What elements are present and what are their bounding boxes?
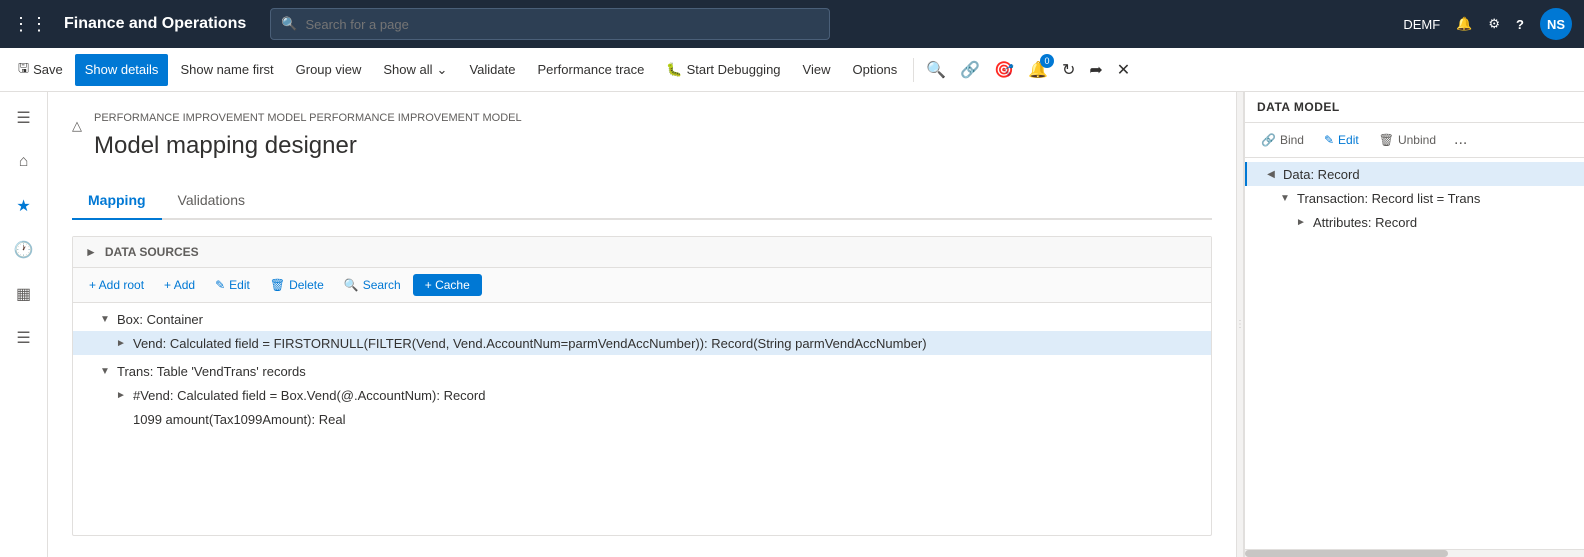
save-button[interactable]: 🖫 Save bbox=[8, 54, 73, 86]
options-button[interactable]: Options bbox=[842, 54, 907, 86]
search-button[interactable]: 🔍 Search bbox=[336, 274, 409, 296]
tab-bar: Mapping Validations bbox=[72, 184, 1212, 220]
refresh-button[interactable]: ↻ bbox=[1056, 54, 1081, 86]
right-panel: DATA MODEL 🔗 Bind ✎ Edit 🗑 Unbind ... bbox=[1244, 92, 1584, 557]
group-view-button[interactable]: Group view bbox=[286, 54, 372, 86]
add-root-button[interactable]: + Add root bbox=[81, 274, 152, 296]
main-panel: △ PERFORMANCE IMPROVEMENT MODEL PERFORMA… bbox=[48, 92, 1236, 557]
breadcrumb: PERFORMANCE IMPROVEMENT MODEL PERFORMANC… bbox=[94, 112, 522, 124]
main-layout: ☰ ⌂ ★ 🕐 ▦ ☰ △ PERFORMANCE IMPROVEMENT MO… bbox=[0, 92, 1584, 557]
search-icon: 🔍 bbox=[344, 278, 359, 292]
horizontal-scrollbar[interactable] bbox=[1245, 549, 1584, 557]
ds-expand-icon[interactable]: ► bbox=[85, 245, 97, 259]
vertical-splitter[interactable]: ⋮ bbox=[1236, 92, 1244, 557]
tab-validations[interactable]: Validations bbox=[162, 184, 261, 220]
notification-badge-button[interactable]: 🔔 0 bbox=[1022, 54, 1054, 86]
content-area: △ PERFORMANCE IMPROVEMENT MODEL PERFORMA… bbox=[48, 92, 1584, 557]
data-model-header: DATA MODEL bbox=[1245, 92, 1584, 123]
avatar[interactable]: NS bbox=[1540, 8, 1572, 40]
bind-button[interactable]: 🔗 Bind bbox=[1253, 129, 1312, 151]
tree-item[interactable]: 1099 amount(Tax1099Amount): Real bbox=[73, 407, 1211, 431]
app-title: Finance and Operations bbox=[64, 15, 246, 33]
edit-icon: ✎ bbox=[1324, 133, 1334, 147]
sidebar-list-icon[interactable]: ☰ bbox=[6, 320, 42, 356]
dm-item[interactable]: ► Attributes: Record bbox=[1245, 210, 1584, 234]
tree-item[interactable]: ► #Vend: Calculated field = Box.Vend(@.A… bbox=[73, 383, 1211, 407]
show-name-first-button[interactable]: Show name first bbox=[170, 54, 283, 86]
unbind-button[interactable]: 🗑 Unbind bbox=[1371, 129, 1444, 151]
edit-icon: ✎ bbox=[215, 278, 225, 292]
expand-icon: ▼ bbox=[97, 311, 113, 327]
search-toggle-button[interactable]: 🔍 bbox=[920, 54, 952, 86]
search-bar[interactable]: 🔍 bbox=[270, 8, 830, 40]
delete-icon: 🗑 bbox=[270, 278, 285, 292]
expand-icon: ► bbox=[1293, 214, 1309, 230]
filter-icon[interactable]: △ bbox=[72, 118, 82, 134]
performance-trace-button[interactable]: Performance trace bbox=[527, 54, 654, 86]
data-sources-tree: ▼ Box: Container ► Vend: Calculated fiel… bbox=[73, 303, 1211, 435]
nav-right: DEMF 🔔 ⚙ ? NS bbox=[1403, 8, 1572, 40]
cache-button[interactable]: + Cache bbox=[413, 274, 482, 296]
show-details-button[interactable]: Show details bbox=[75, 54, 169, 86]
sidebar-menu-icon[interactable]: ☰ bbox=[6, 100, 42, 136]
top-nav: ⋮⋮ Finance and Operations 🔍 DEMF 🔔 ⚙ ? N… bbox=[0, 0, 1584, 48]
expand-icon: ► bbox=[113, 387, 129, 403]
separator bbox=[913, 58, 914, 82]
bind-icon: 🔗 bbox=[1261, 133, 1276, 147]
dm-edit-button[interactable]: ✎ Edit bbox=[1316, 129, 1367, 151]
tab-mapping[interactable]: Mapping bbox=[72, 184, 162, 220]
bell-icon[interactable]: 🔔 bbox=[1456, 16, 1472, 32]
right-panel-toolbar: 🔗 Bind ✎ Edit 🗑 Unbind ... bbox=[1245, 123, 1584, 158]
dm-item[interactable]: ▼ Transaction: Record list = Trans bbox=[1245, 186, 1584, 210]
expand-button[interactable]: ➦ bbox=[1083, 54, 1108, 86]
validate-button[interactable]: Validate bbox=[459, 54, 525, 86]
expand-icon: ◀ bbox=[1263, 166, 1279, 182]
extension-icon-button[interactable]: 🎯 bbox=[988, 54, 1020, 86]
search-input[interactable] bbox=[305, 17, 819, 32]
sidebar-home-icon[interactable]: ⌂ bbox=[6, 144, 42, 180]
expand-icon bbox=[113, 411, 129, 427]
data-sources-panel: ► DATA SOURCES + Add root + Add ✎ Edit 🗑… bbox=[72, 236, 1212, 536]
dm-item-selected[interactable]: ◀ Data: Record bbox=[1245, 162, 1584, 186]
left-sidebar: ☰ ⌂ ★ 🕐 ▦ ☰ bbox=[0, 92, 48, 557]
search-icon: 🔍 bbox=[281, 16, 297, 32]
ds-toolbar: + Add root + Add ✎ Edit 🗑 Delete 🔍 Searc… bbox=[73, 268, 1211, 303]
delete-button[interactable]: 🗑 Delete bbox=[262, 274, 332, 296]
ds-header: ► DATA SOURCES bbox=[73, 237, 1211, 268]
tree-item[interactable]: ▼ Box: Container bbox=[73, 307, 1211, 331]
tree-item[interactable]: ▼ Trans: Table 'VendTrans' records bbox=[73, 359, 1211, 383]
start-debugging-button[interactable]: 🐛 Start Debugging bbox=[656, 54, 790, 86]
expand-icon: ► bbox=[113, 335, 129, 351]
add-button[interactable]: + Add bbox=[156, 274, 203, 296]
sidebar-recent-icon[interactable]: 🕐 bbox=[6, 232, 42, 268]
bookmark-icon-button[interactable]: 🔗 bbox=[954, 54, 986, 86]
edit-button[interactable]: ✎ Edit bbox=[207, 274, 258, 296]
environment-label: DEMF bbox=[1403, 17, 1440, 32]
gear-icon[interactable]: ⚙ bbox=[1488, 16, 1500, 32]
more-options-button[interactable]: ... bbox=[1448, 129, 1473, 151]
save-icon: 🖫 bbox=[18, 59, 29, 81]
sidebar-star-icon[interactable]: ★ bbox=[6, 188, 42, 224]
close-button[interactable]: ✕ bbox=[1111, 54, 1136, 86]
expand-icon: ▼ bbox=[1277, 190, 1293, 206]
sidebar-workspace-icon[interactable]: ▦ bbox=[6, 276, 42, 312]
view-button[interactable]: View bbox=[793, 54, 841, 86]
page-title: Model mapping designer bbox=[94, 132, 522, 160]
help-icon[interactable]: ? bbox=[1516, 17, 1524, 32]
debug-icon: 🐛 bbox=[666, 62, 682, 78]
show-all-button[interactable]: Show all ⌄ bbox=[373, 54, 457, 86]
tree-item-selected[interactable]: ► Vend: Calculated field = FIRSTORNULL(F… bbox=[73, 331, 1211, 355]
unbind-icon: 🗑 bbox=[1379, 133, 1394, 147]
expand-icon: ▼ bbox=[97, 363, 113, 379]
command-bar: 🖫 Save Show details Show name first Grou… bbox=[0, 48, 1584, 92]
chevron-down-icon: ⌄ bbox=[437, 62, 448, 78]
data-model-tree: ◀ Data: Record ▼ Transaction: Record lis… bbox=[1245, 158, 1584, 549]
grid-icon[interactable]: ⋮⋮ bbox=[12, 14, 48, 35]
